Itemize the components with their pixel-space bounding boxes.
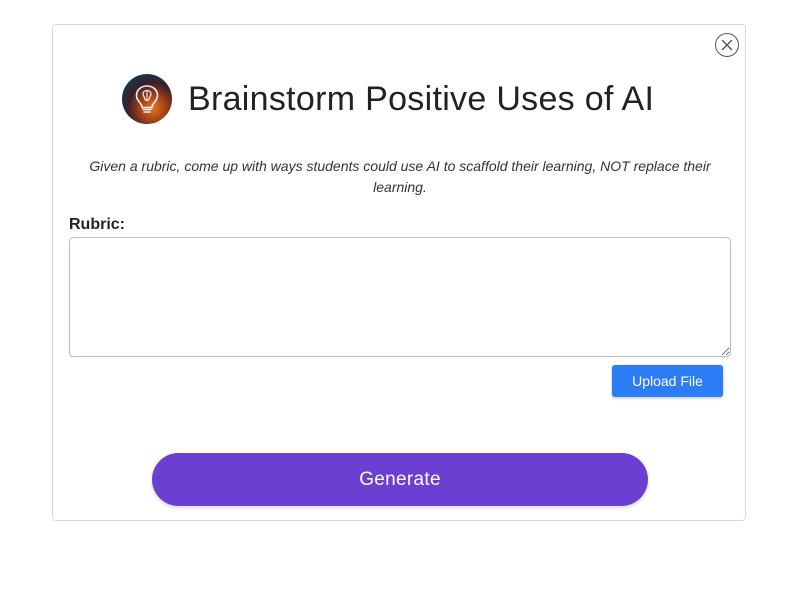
tool-logo [122, 74, 172, 124]
tool-description: Given a rubric, come up with ways studen… [89, 158, 711, 195]
lightbulb-brain-icon [135, 85, 159, 113]
tool-card: Brainstorm Positive Uses of AI Given a r… [52, 24, 746, 521]
header: Brainstorm Positive Uses of AI [122, 73, 654, 125]
rubric-input[interactable] [69, 237, 731, 357]
upload-file-button[interactable]: Upload File [612, 365, 723, 397]
close-button[interactable] [715, 33, 739, 57]
page-title: Brainstorm Positive Uses of AI [188, 79, 655, 118]
rubric-label: Rubric: [69, 216, 125, 233]
close-icon [721, 39, 733, 51]
generate-button[interactable]: Generate [152, 453, 648, 506]
